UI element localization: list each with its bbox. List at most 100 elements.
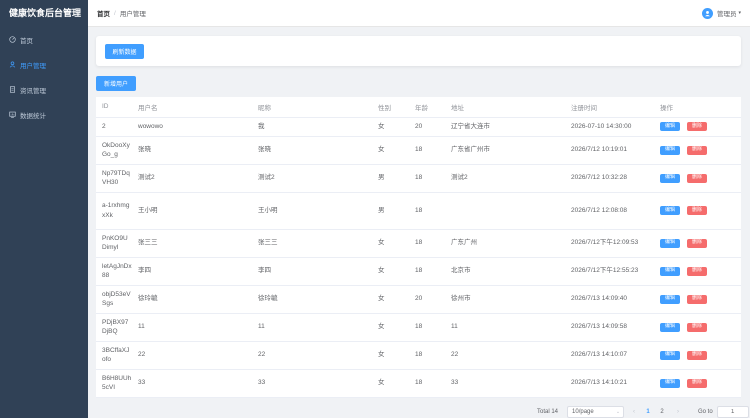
cell-actions: 编辑 删除 (654, 229, 741, 258)
table-row: PnKO9UDimyI 张三三 张三三 女 18 广东广州 2026/7/12下… (96, 229, 741, 258)
cell-actions: 编辑 删除 (654, 164, 741, 193)
cell-username: 张三三 (132, 229, 252, 258)
edit-button[interactable]: 编辑 (660, 322, 680, 332)
cell-gender: 女 (372, 285, 409, 314)
delete-button[interactable]: 删除 (687, 350, 707, 360)
cell-age: 20 (409, 285, 445, 314)
cell-time: 2026/7/13 14:10:07 (565, 341, 654, 370)
cell-address: 22 (445, 341, 565, 370)
page-size-value: 10/page (572, 409, 594, 415)
cell-nickname: 张晓 (252, 136, 372, 165)
add-user-button[interactable]: 新增用户 (96, 76, 136, 91)
user-icon (9, 61, 16, 68)
column-header-gender: 性别 (372, 97, 409, 118)
edit-button[interactable]: 编辑 (660, 238, 680, 248)
page-2-button[interactable]: 2 (656, 406, 668, 418)
cell-actions: 编辑 删除 (654, 192, 741, 230)
document-icon (9, 86, 16, 93)
edit-button[interactable]: 编辑 (660, 350, 680, 360)
edit-button[interactable]: 编辑 (660, 378, 680, 388)
edit-button[interactable]: 编辑 (660, 173, 680, 183)
breadcrumb-separator: / (114, 9, 116, 17)
user-name: 管理员 (716, 11, 737, 18)
delete-button[interactable]: 删除 (687, 145, 707, 155)
cell-nickname: 33 (252, 369, 372, 398)
cell-age: 18 (409, 369, 445, 398)
cell-gender: 女 (372, 229, 409, 258)
table-row: 3BCffaXJofo 22 22 女 18 22 2026/7/13 14:1… (96, 341, 741, 370)
chevron-down-icon: ⌄ (615, 409, 621, 415)
cell-age: 18 (409, 313, 445, 342)
table-row: letAgJnDx88 李四 李四 女 18 北京市 2026/7/12下午12… (96, 257, 741, 286)
cell-nickname: 22 (252, 341, 372, 370)
cell-age: 18 (409, 192, 445, 230)
cell-id: 3BCffaXJofo (96, 341, 132, 370)
cell-actions: 编辑 删除 (654, 341, 741, 370)
sidebar-item-home[interactable]: 首页 (0, 27, 88, 52)
cell-time: 2026/7/12下午12:55:23 (565, 257, 654, 286)
cell-id: Np79TDqVH30 (96, 164, 132, 193)
table-row: objD53eVSgs 徐玲毓 徐玲毓 女 20 徐州市 2026/7/13 1… (96, 285, 741, 314)
table-row: PDjBX97DjBQ 11 11 女 18 11 2026/7/13 14:0… (96, 313, 741, 342)
user-table: ID 用户名 昵称 性别 年龄 地址 注册时间 操作 2 wowowo 我 女 … (96, 97, 741, 398)
delete-button[interactable]: 删除 (687, 122, 707, 131)
refresh-button[interactable]: 刷新数据 (105, 43, 144, 59)
cell-time: 2026-07-10 14:30:00 (565, 117, 654, 137)
total-count: Total 14 (537, 409, 559, 415)
edit-button[interactable]: 编辑 (660, 294, 680, 304)
table-row: B6H8UUh5cVI 33 33 女 18 33 2026/7/13 14:1… (96, 369, 741, 398)
prev-page-button[interactable]: ‹ (628, 406, 640, 418)
cell-gender: 女 (372, 117, 409, 137)
table-row: a-1rxhmgxXk 王小明 王小明 男 18 2026/7/12 12:08… (96, 192, 741, 230)
page-1-button[interactable]: 1 (642, 406, 654, 418)
next-page-button[interactable]: › (672, 406, 684, 418)
cell-time: 2026/7/12 10:32:28 (565, 164, 654, 193)
page-size-select[interactable]: 10/page ⌄ (567, 406, 625, 418)
pagination: Total 14 10/page ⌄ ‹ 1 2 › Go to (537, 405, 749, 418)
edit-button[interactable]: 编辑 (660, 206, 680, 215)
cell-username: wowowo (132, 117, 252, 137)
edit-button[interactable]: 编辑 (660, 122, 680, 131)
delete-button[interactable]: 删除 (687, 238, 707, 248)
delete-button[interactable]: 删除 (687, 322, 707, 332)
cell-id: a-1rxhmgxXk (96, 192, 132, 230)
sidebar-item-stats[interactable]: 数据统计 (0, 102, 88, 127)
cell-gender: 女 (372, 313, 409, 342)
delete-button[interactable]: 删除 (687, 206, 707, 215)
cell-actions: 编辑 删除 (654, 369, 741, 398)
cell-address: 广东省广州市 (445, 136, 565, 165)
column-header-address: 地址 (445, 97, 565, 118)
column-header-id: ID (96, 97, 132, 118)
edit-button[interactable]: 编辑 (660, 266, 680, 276)
sidebar-item-label: 资讯管理 (20, 87, 46, 95)
chart-icon (9, 111, 16, 118)
delete-button[interactable]: 删除 (687, 294, 707, 304)
cell-id: B6H8UUh5cVI (96, 369, 132, 398)
cell-actions: 编辑 删除 (654, 257, 741, 286)
delete-button[interactable]: 删除 (687, 173, 707, 183)
cell-address: 徐州市 (445, 285, 565, 314)
edit-button[interactable]: 编辑 (660, 145, 680, 155)
goto-page-input[interactable] (716, 406, 749, 418)
cell-username: 22 (132, 341, 252, 370)
delete-button[interactable]: 删除 (687, 266, 707, 276)
cell-username: 徐玲毓 (132, 285, 252, 314)
cell-actions: 编辑 删除 (654, 285, 741, 314)
cell-nickname: 11 (252, 313, 372, 342)
cell-gender: 女 (372, 341, 409, 370)
sidebar: 健康饮食后台管理 首页 用户管理 资讯管理 数据统计 (0, 0, 88, 418)
user-menu[interactable]: 管理员 ▾ (701, 7, 741, 19)
cell-nickname: 徐玲毓 (252, 285, 372, 314)
breadcrumb-home[interactable]: 首页 (97, 8, 110, 18)
cell-time: 2026/7/13 14:09:40 (565, 285, 654, 314)
cell-gender: 女 (372, 136, 409, 165)
sidebar-item-news[interactable]: 资讯管理 (0, 77, 88, 102)
sidebar-item-users[interactable]: 用户管理 (0, 52, 88, 77)
table-row: 2 wowowo 我 女 20 辽宁省大连市 2026-07-10 14:30:… (96, 117, 741, 137)
column-header-nickname: 昵称 (252, 97, 372, 118)
column-header-username: 用户名 (132, 97, 252, 118)
column-header-age: 年龄 (409, 97, 445, 118)
cell-gender: 女 (372, 257, 409, 286)
delete-button[interactable]: 删除 (687, 378, 707, 388)
cell-address: 广东广州 (445, 229, 565, 258)
